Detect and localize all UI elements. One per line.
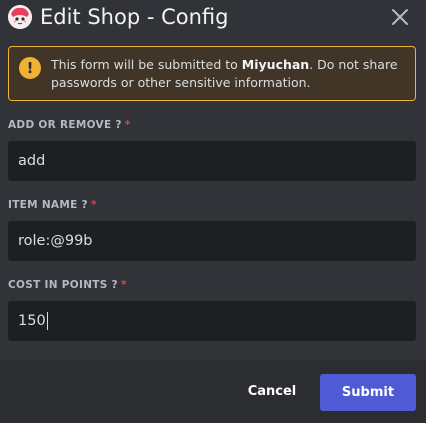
input-value: add — [18, 153, 46, 169]
app-avatar-icon — [8, 5, 32, 29]
field-label-text: COST IN POINTS ? — [8, 279, 118, 291]
warning-text-before: This form will be submitted to — [51, 57, 242, 72]
required-mark: * — [124, 119, 131, 131]
close-icon[interactable] — [386, 4, 414, 32]
required-mark: * — [90, 199, 97, 211]
warning-text: This form will be submitted to Miyuchan.… — [51, 56, 407, 92]
submit-button[interactable]: Submit — [320, 374, 416, 411]
field-label-text: ADD OR REMOVE ? — [8, 119, 122, 131]
text-caret — [46, 312, 48, 330]
warning-app-name: Miyuchan — [241, 57, 310, 72]
required-mark: * — [120, 279, 127, 291]
warning-icon: ! — [19, 57, 41, 79]
field-label-item-name: ITEM NAME ? * — [8, 198, 97, 212]
add-or-remove-input[interactable]: add — [8, 141, 416, 181]
cancel-button[interactable]: Cancel — [240, 374, 304, 410]
warning-notice: ! This form will be submitted to Miyucha… — [8, 46, 416, 101]
input-value: 150 — [18, 313, 46, 329]
modal-header: Edit Shop - Config — [0, 0, 426, 36]
field-label-cost-in-points: COST IN POINTS ? * — [8, 278, 127, 292]
modal-title: Edit Shop - Config — [40, 5, 229, 29]
field-label-text: ITEM NAME ? — [8, 199, 88, 211]
cost-in-points-input[interactable]: 150 — [8, 301, 416, 341]
modal-dialog: Edit Shop - Config ! This form will be s… — [0, 0, 426, 423]
modal-footer: Cancel Submit — [0, 360, 426, 423]
field-label-add-or-remove: ADD OR REMOVE ? * — [8, 118, 131, 132]
input-value: role:@99b — [18, 233, 93, 249]
item-name-input[interactable]: role:@99b — [8, 221, 416, 261]
